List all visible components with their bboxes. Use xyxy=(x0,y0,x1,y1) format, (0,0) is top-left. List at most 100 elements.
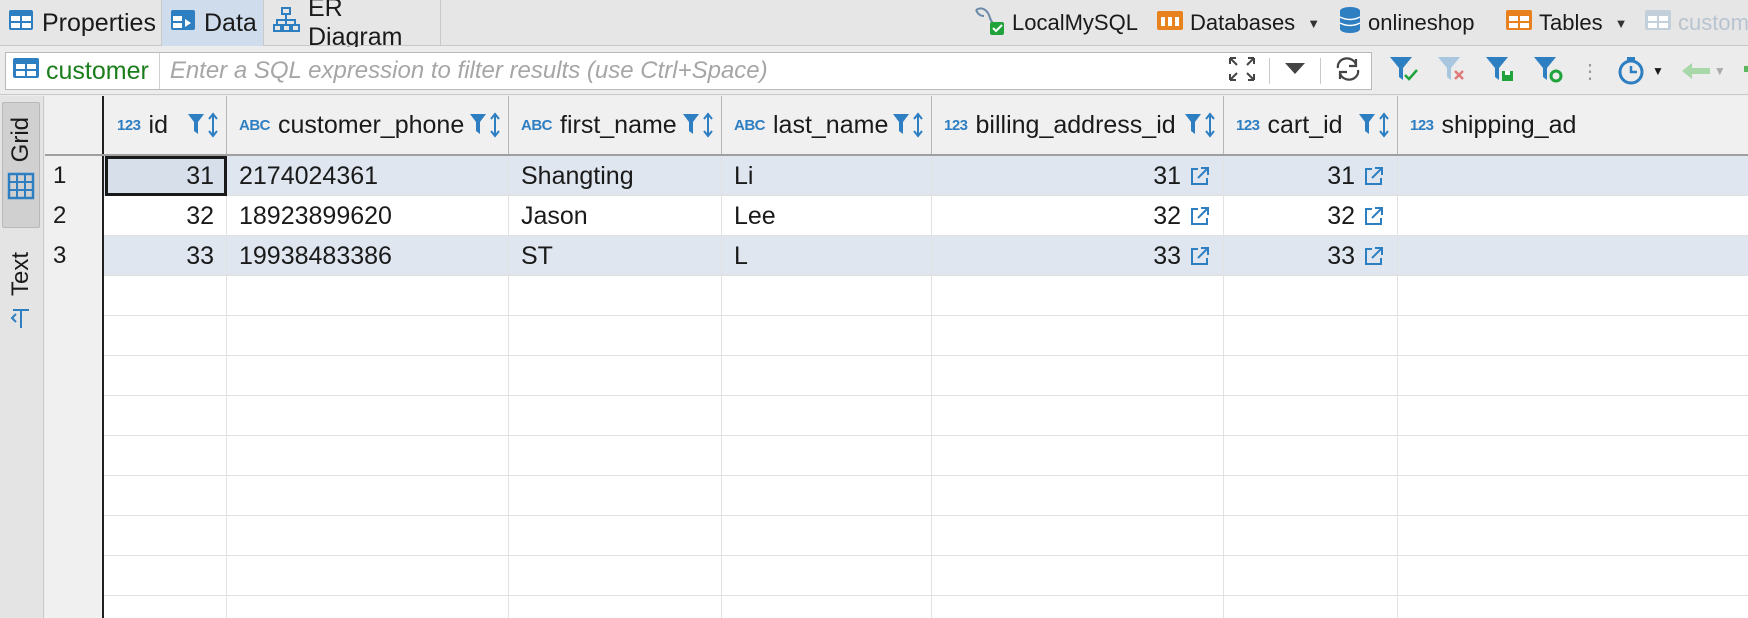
cell-first-name[interactable]: Jason xyxy=(509,196,722,236)
open-reference-icon[interactable] xyxy=(1189,245,1211,267)
cell-shipping-address-id[interactable] xyxy=(1398,236,1748,276)
tables-folder-icon xyxy=(1505,8,1533,38)
empty-cell xyxy=(1224,516,1398,556)
cell-cart-id[interactable]: 32 xyxy=(1224,196,1398,236)
cell-customer-phone[interactable]: 2174024361 xyxy=(227,156,509,196)
filter-sort-icon[interactable] xyxy=(1357,110,1391,140)
cell-first-name[interactable]: Shangting xyxy=(509,156,722,196)
editor-tab-bar: Properties Data ER Diagram LocalMySQL Da… xyxy=(0,0,1748,51)
tab-er-diagram[interactable]: ER Diagram xyxy=(264,0,441,51)
back-arrow-icon[interactable]: ▼ xyxy=(1680,60,1726,82)
apply-filter-icon[interactable] xyxy=(1388,54,1420,89)
row-number[interactable]: 1 xyxy=(45,156,104,196)
cell-id[interactable]: 31 xyxy=(105,156,227,196)
breadcrumb-tables[interactable]: Tables ▼ xyxy=(1505,0,1627,46)
column-header-cart-id[interactable]: 123 cart_id xyxy=(1224,96,1398,154)
column-header-billing-address-id[interactable]: 123 billing_address_id xyxy=(932,96,1224,154)
empty-cell xyxy=(1224,276,1398,316)
column-header-shipping-address-id[interactable]: 123 shipping_ad xyxy=(1398,96,1748,154)
tab-properties[interactable]: Properties xyxy=(0,0,162,46)
cell-id[interactable]: 32 xyxy=(105,196,227,236)
history-dropdown-icon[interactable] xyxy=(1282,59,1308,84)
chevron-down-icon[interactable]: ▼ xyxy=(1652,64,1664,78)
divider xyxy=(1269,58,1270,84)
column-header-id[interactable]: 123 id xyxy=(105,96,227,154)
auto-refresh-icon[interactable]: ▼ xyxy=(1616,56,1664,86)
cell-shipping-address-id[interactable] xyxy=(1398,156,1748,196)
side-tab-grid-label: Grid xyxy=(7,117,34,163)
open-reference-icon[interactable] xyxy=(1363,205,1385,227)
breadcrumb-connection[interactable]: LocalMySQL xyxy=(972,0,1138,46)
row-number[interactable]: 2 xyxy=(45,196,104,236)
column-header-first-name[interactable]: ABC first_name xyxy=(509,96,722,154)
open-reference-icon[interactable] xyxy=(1363,245,1385,267)
empty-cell xyxy=(722,436,932,476)
filter-sort-icon[interactable] xyxy=(1183,110,1217,140)
cell-customer-phone[interactable]: 18923899620 xyxy=(227,196,509,236)
table-row[interactable]: 2 32 18923899620 Jason Lee 32 32 xyxy=(45,196,1748,236)
cell-billing-address-id[interactable]: 32 xyxy=(932,196,1224,236)
refresh-icon[interactable] xyxy=(1333,56,1363,87)
row-number xyxy=(45,356,104,396)
row-number xyxy=(45,516,104,556)
empty-cell xyxy=(722,316,932,356)
filter-sort-icon[interactable] xyxy=(468,110,502,140)
empty-cell xyxy=(227,276,509,316)
empty-cell xyxy=(932,556,1224,596)
table-row[interactable]: 1 31 2174024361 Shangting Li 31 31 xyxy=(45,156,1748,196)
column-header-customer-phone[interactable]: ABC customer_phone xyxy=(227,96,509,154)
row-number xyxy=(45,436,104,476)
maximize-icon[interactable] xyxy=(1227,55,1257,88)
side-tab-grid[interactable]: Grid xyxy=(2,102,40,228)
cell-first-name[interactable]: ST xyxy=(509,236,722,276)
chevron-down-icon[interactable]: ▼ xyxy=(1615,16,1628,31)
empty-cell xyxy=(227,556,509,596)
clear-filter-icon[interactable] xyxy=(1436,54,1468,89)
empty-cell xyxy=(227,356,509,396)
empty-cell xyxy=(722,356,932,396)
cell-last-name[interactable]: L xyxy=(722,236,932,276)
chevron-down-icon[interactable]: ▼ xyxy=(1714,64,1726,78)
filter-sort-icon[interactable] xyxy=(681,110,715,140)
cell-value: 31 xyxy=(1153,161,1181,190)
chevron-down-icon[interactable]: ▼ xyxy=(1307,16,1320,31)
filter-bar: customer ⋮ xyxy=(0,47,1748,95)
cell-billing-address-id[interactable]: 31 xyxy=(932,156,1224,196)
grid-icon xyxy=(7,172,35,205)
breadcrumb-database[interactable]: onlineshop xyxy=(1338,0,1474,46)
tab-data[interactable]: Data xyxy=(162,0,264,46)
filter-sort-icon[interactable] xyxy=(186,110,220,140)
breadcrumb-table[interactable]: custom xyxy=(1644,0,1748,46)
cell-id[interactable]: 33 xyxy=(105,236,227,276)
column-header-last-name[interactable]: ABC last_name xyxy=(722,96,932,154)
cell-cart-id[interactable]: 31 xyxy=(1224,156,1398,196)
filter-sort-icon[interactable] xyxy=(891,110,925,140)
row-number[interactable]: 3 xyxy=(45,236,104,276)
breadcrumb-databases[interactable]: Databases ▼ xyxy=(1156,0,1320,46)
empty-cell xyxy=(105,476,227,516)
filter-expression-input[interactable] xyxy=(159,54,1160,88)
cell-last-name[interactable]: Lee xyxy=(722,196,932,236)
table-row[interactable]: 3 33 19938483386 ST L 33 33 xyxy=(45,236,1748,276)
filter-settings-icon[interactable] xyxy=(1532,54,1564,89)
forward-arrow-icon[interactable] xyxy=(1742,58,1748,85)
empty-cell xyxy=(227,516,509,556)
empty-cell xyxy=(105,436,227,476)
cell-shipping-address-id[interactable] xyxy=(1398,196,1748,236)
open-reference-icon[interactable] xyxy=(1189,205,1211,227)
row-number xyxy=(45,396,104,436)
cell-cart-id[interactable]: 33 xyxy=(1224,236,1398,276)
empty-cell xyxy=(227,596,509,618)
open-reference-icon[interactable] xyxy=(1189,165,1211,187)
cell-billing-address-id[interactable]: 33 xyxy=(932,236,1224,276)
save-filter-icon[interactable] xyxy=(1484,54,1516,89)
row-number-header xyxy=(45,96,104,154)
tab-data-label: Data xyxy=(204,8,257,37)
filter-table-selector[interactable]: customer xyxy=(6,53,160,89)
empty-cell xyxy=(105,596,227,618)
cell-customer-phone[interactable]: 19938483386 xyxy=(227,236,509,276)
cell-last-name[interactable]: Li xyxy=(722,156,932,196)
side-tab-text[interactable]: Text xyxy=(2,242,40,352)
open-reference-icon[interactable] xyxy=(1363,165,1385,187)
empty-cell xyxy=(932,356,1224,396)
